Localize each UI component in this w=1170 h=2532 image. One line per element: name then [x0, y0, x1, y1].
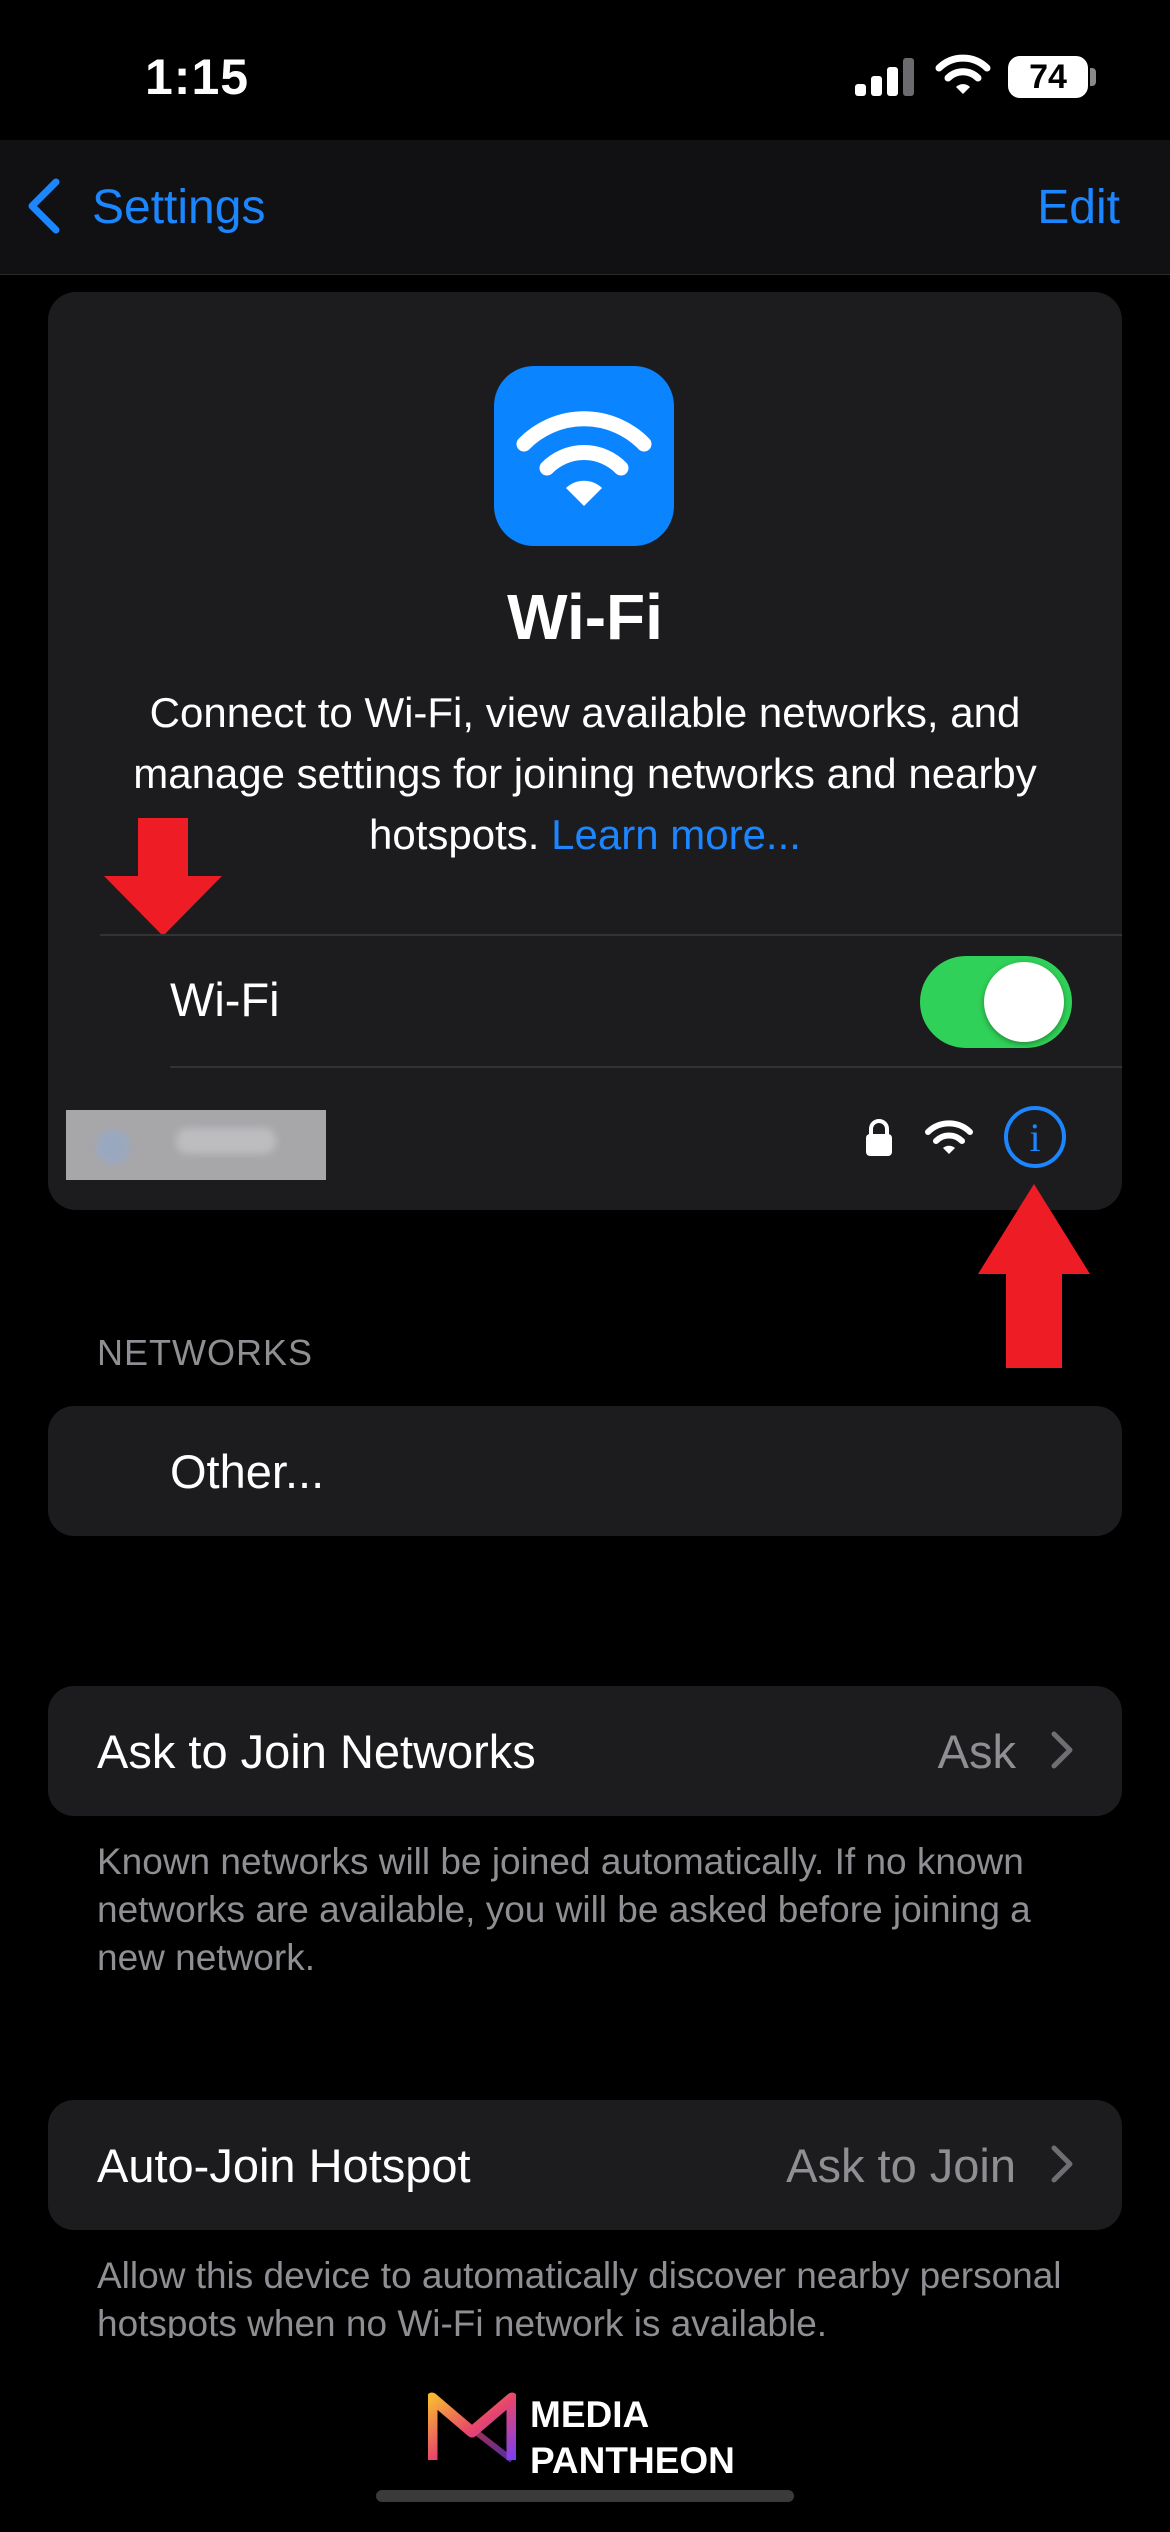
lock-icon	[866, 1119, 892, 1156]
arrow-up-icon	[978, 1184, 1090, 1368]
wifi-status-icon	[935, 54, 991, 94]
chevron-right-icon	[1051, 1731, 1073, 1769]
auto-join-hotspot-value: Ask to Join	[786, 2139, 1016, 2192]
learn-more-link[interactable]: Learn more...	[551, 811, 801, 858]
connected-network-name-redacted[interactable]	[66, 1110, 326, 1180]
header-description: Connect to Wi-Fi, view available network…	[90, 682, 1080, 865]
page-title: Wi-Fi	[507, 581, 663, 653]
status-time: 1:15	[145, 49, 250, 105]
ask-to-join-label: Ask to Join Networks	[97, 1725, 536, 1778]
cellular-signal-icon	[855, 58, 914, 96]
wordmark-line1: MEDIA	[530, 2394, 650, 2435]
wordmark-line2: PANTHEON	[530, 2440, 735, 2481]
home-indicator[interactable]	[376, 2490, 794, 2502]
info-icon[interactable]: i	[1004, 1106, 1066, 1168]
auto-join-hotspot-label: Auto-Join Hotspot	[97, 2139, 471, 2192]
other-network-label[interactable]: Other...	[170, 1444, 324, 1499]
battery-nub	[1090, 68, 1096, 86]
media-pantheon-logo	[428, 2392, 516, 2463]
chevron-left-icon[interactable]	[24, 176, 64, 236]
ask-to-join-footer: Known networks will be joined automatica…	[97, 1841, 1031, 1978]
wifi-icon	[516, 411, 652, 506]
arrow-down-icon	[104, 818, 222, 936]
edit-button[interactable]: Edit	[1037, 180, 1120, 235]
wifi-toggle-label: Wi-Fi	[170, 973, 280, 1026]
back-button[interactable]: Settings	[92, 180, 265, 235]
wifi-signal-icon	[925, 1120, 973, 1154]
chevron-right-icon	[1051, 2145, 1073, 2183]
networks-section-header: NETWORKS	[97, 1332, 314, 1373]
battery-indicator: 74	[1008, 56, 1088, 98]
wifi-app-icon	[494, 366, 674, 546]
ask-to-join-value: Ask	[937, 1725, 1016, 1778]
divider	[100, 934, 1122, 936]
media-pantheon-wordmark: MEDIA PANTHEON	[530, 2392, 735, 2484]
divider	[170, 1066, 1122, 1068]
auto-join-hotspot-footer: Allow this device to automatically disco…	[97, 2255, 1062, 2338]
wifi-toggle-knob[interactable]	[984, 962, 1064, 1042]
